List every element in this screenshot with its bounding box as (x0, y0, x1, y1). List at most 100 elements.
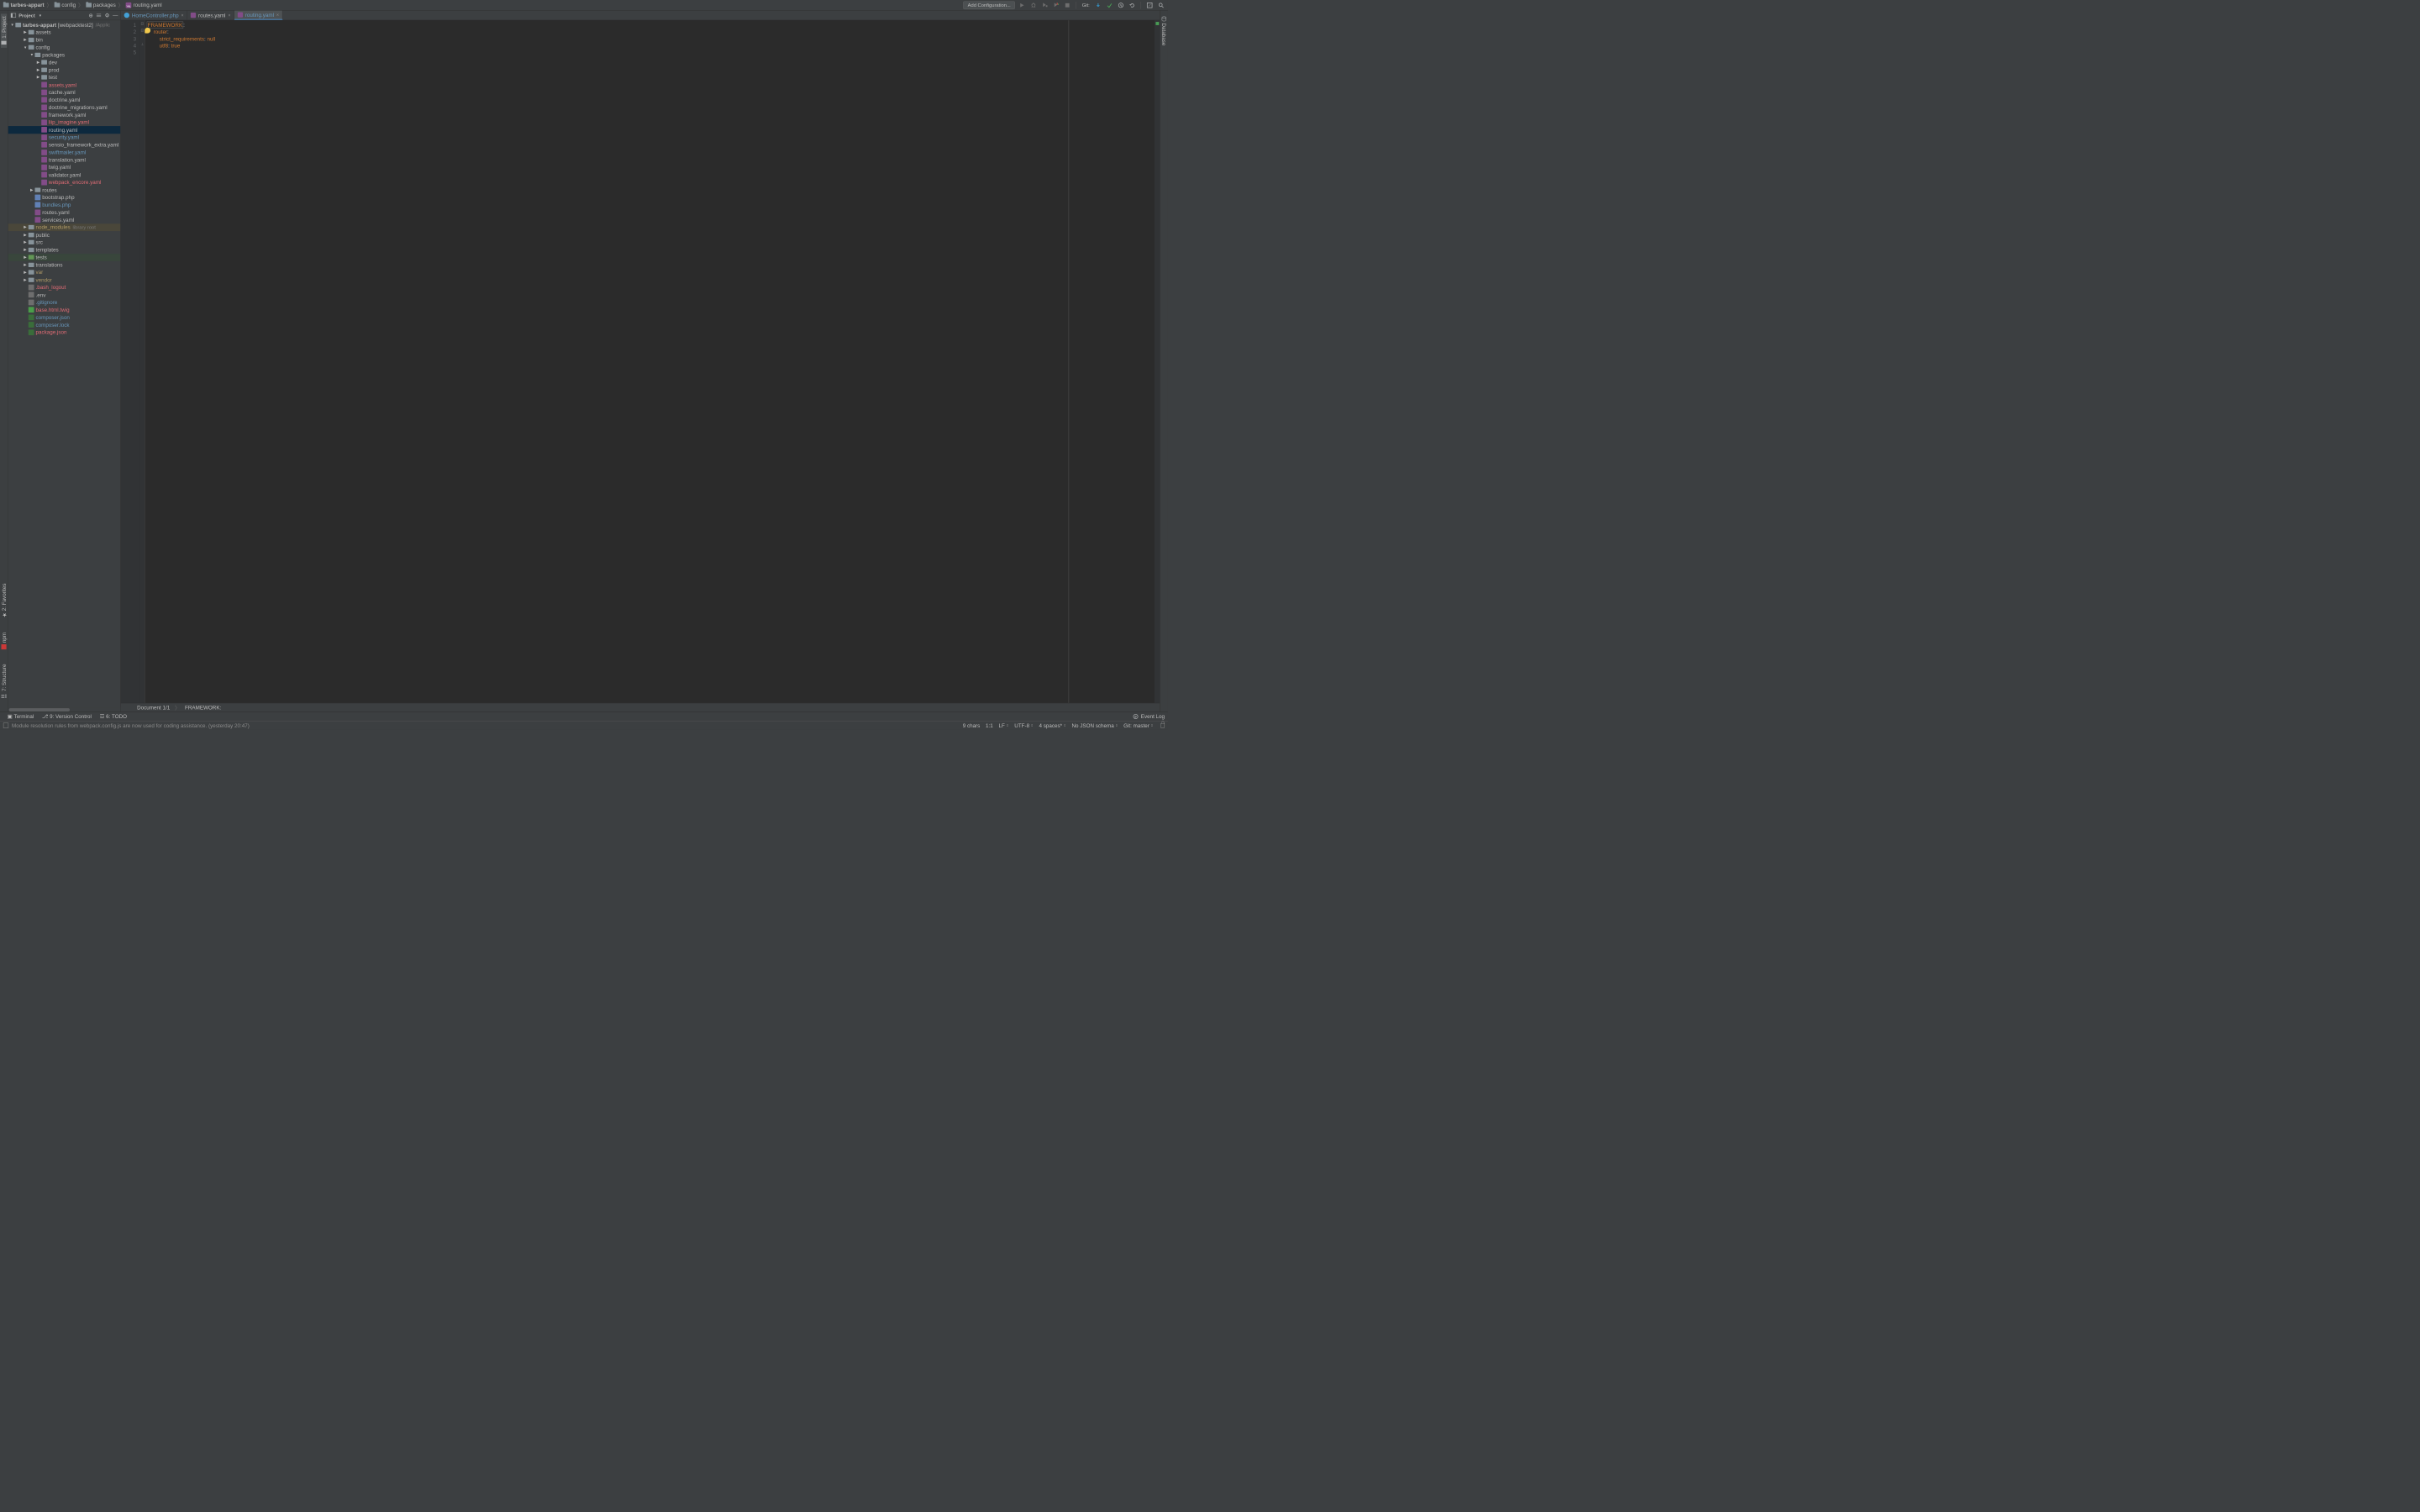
tree-file[interactable]: routing.yaml (8, 126, 121, 134)
error-stripe[interactable] (1155, 20, 1160, 703)
close-tab-button[interactable]: × (182, 13, 184, 18)
tree-file[interactable]: .gitignore (8, 298, 121, 306)
tree-file[interactable]: twig.yaml (8, 164, 121, 171)
right-tool-buttons: Database (1160, 11, 1168, 712)
tree-folder[interactable]: ▶tests (8, 254, 121, 261)
tree-file[interactable]: routes.yaml (8, 208, 121, 216)
code-editor[interactable]: FRAMEWORK: router: strict_requirements: … (145, 20, 1155, 703)
tree-file[interactable]: bootstrap.php (8, 193, 121, 201)
tree-file[interactable]: webpack_encore.yaml (8, 179, 121, 186)
tree-folder[interactable]: ▶src (8, 239, 121, 246)
tree-file[interactable]: assets.yaml (8, 81, 121, 89)
tree-file[interactable]: base.html.twig (8, 306, 121, 313)
git-commit-button[interactable] (1105, 1, 1114, 10)
ide-settings-button[interactable] (1145, 1, 1155, 10)
tree-folder[interactable]: ▶dev (8, 59, 121, 66)
breadcrumb-tarbes-appart[interactable]: tarbes-appart (3, 2, 45, 8)
fold-marker[interactable]: ⊟ (140, 22, 144, 26)
tree-file[interactable]: ▼tarbes-appart [webpacktest2]/Applic (8, 21, 121, 29)
run-coverage-button[interactable] (1040, 1, 1050, 10)
tool-tab-favorites[interactable]: ★2: Favorites (1, 580, 7, 620)
tree-file[interactable]: sensio_framework_extra.yaml (8, 141, 121, 149)
tree-folder[interactable]: ▶test (8, 74, 121, 81)
debug-button[interactable] (1029, 1, 1039, 10)
tree-file[interactable]: framework.yaml (8, 111, 121, 118)
panel-hide-button[interactable]: — (113, 12, 118, 18)
tree-file[interactable]: doctrine.yaml (8, 96, 121, 103)
todo-icon: ☲ (100, 713, 105, 720)
tree-folder[interactable]: ▶vendor (8, 276, 121, 284)
tree-folder[interactable]: ▶translations (8, 261, 121, 269)
tool-tab-terminal[interactable]: ▣Terminal (3, 713, 38, 720)
dropdown-arrow-icon[interactable]: ▼ (39, 13, 42, 18)
close-tab-button[interactable]: × (228, 13, 230, 18)
git-pull-button[interactable] (1094, 1, 1103, 10)
tool-tab-todo[interactable]: ☲6: TODO (96, 713, 131, 720)
tree-file[interactable]: package.json (8, 328, 121, 336)
add-configuration-button[interactable]: Add Configuration... (963, 1, 1015, 9)
tree-folder[interactable]: ▶assets (8, 29, 121, 36)
fold-marker[interactable]: ⊟ (140, 29, 144, 33)
intention-bulb-icon[interactable] (145, 28, 150, 34)
breadcrumb-element[interactable]: FRAMEWORK: (185, 705, 221, 711)
git-history-button[interactable] (1117, 1, 1126, 10)
profile-button[interactable] (1052, 1, 1061, 10)
collapse-all-button[interactable] (97, 13, 102, 18)
tree-folder[interactable]: ▶prod (8, 66, 121, 74)
tree-file[interactable]: bundles.php (8, 201, 121, 208)
tree-file[interactable]: security.yaml (8, 134, 121, 141)
close-tab-button[interactable]: × (276, 13, 279, 18)
tree-folder[interactable]: ▶var (8, 269, 121, 276)
document-indicator[interactable]: Document 1/1 (137, 705, 170, 711)
tree-file[interactable]: services.yaml (8, 216, 121, 223)
tree-folder[interactable]: ▶templates (8, 246, 121, 254)
search-everywhere-button[interactable] (1156, 1, 1165, 10)
line-ending-selector[interactable]: LF⇕ (999, 722, 1009, 728)
status-message: Module resolution rules from webpack.con… (12, 722, 250, 728)
editor-tab[interactable]: HomeController.php× (121, 11, 187, 20)
tree-file[interactable]: liip_imagine.yaml (8, 118, 121, 126)
editor-tab[interactable]: routes.yaml× (187, 11, 234, 20)
line-number-gutter[interactable]: 12345 (121, 20, 140, 703)
tree-folder[interactable]: ▶public (8, 231, 121, 239)
breadcrumb-packages[interactable]: packages (85, 2, 116, 8)
tool-tab-project[interactable]: 1: Project (1, 13, 7, 48)
project-tree[interactable]: ▼tarbes-appart [webpacktest2]/Applic▶ass… (8, 20, 121, 707)
tool-tab-vcs[interactable]: ⎇9: Version Control (38, 713, 96, 720)
tree-file[interactable]: swiftmailer.yaml (8, 149, 121, 156)
git-revert-button[interactable] (1128, 1, 1137, 10)
status-caret-position[interactable]: 1:1 (986, 722, 993, 728)
tree-file[interactable]: .bash_logout (8, 284, 121, 291)
tree-folder[interactable]: ▼config (8, 44, 121, 51)
editor-tab[interactable]: routing.yaml× (234, 11, 283, 20)
fold-end-marker[interactable]: ⊥ (140, 42, 144, 46)
tree-folder[interactable]: ▶bin (8, 36, 121, 44)
tree-file[interactable]: composer.lock (8, 321, 121, 328)
tool-tab-database[interactable]: Database (1161, 13, 1167, 48)
tree-file[interactable]: translation.yaml (8, 156, 121, 164)
tree-file[interactable]: validator.yaml (8, 171, 121, 179)
tool-tab-npm[interactable]: npm (1, 630, 7, 652)
tree-file[interactable]: composer.json (8, 313, 121, 321)
tree-file[interactable]: .env (8, 291, 121, 299)
scroll-from-source-button[interactable]: ⊕ (88, 12, 92, 18)
php-icon (124, 13, 129, 18)
run-button[interactable] (1018, 1, 1027, 10)
tree-file[interactable]: cache.yaml (8, 88, 121, 96)
panel-settings-button[interactable]: ⚙ (105, 12, 110, 18)
json-schema-selector[interactable]: No JSON schema⇕ (1071, 722, 1118, 728)
indent-selector[interactable]: 4 spaces*⇕ (1039, 722, 1066, 728)
breadcrumb-routing[interactable]: routing.yaml (125, 2, 163, 8)
encoding-selector[interactable]: UTF-8⇕ (1014, 722, 1033, 728)
project-panel-title[interactable]: Project (18, 13, 35, 18)
read-only-lock-icon[interactable] (1160, 723, 1165, 728)
git-branch-selector[interactable]: Git: master⇕ (1123, 722, 1153, 728)
tool-tab-structure[interactable]: 7: Structure (1, 662, 7, 701)
tree-folder[interactable]: ▶node_moduleslibrary root (8, 223, 121, 231)
tree-file[interactable]: doctrine_migrations.yaml (8, 103, 121, 111)
tree-folder[interactable]: ▼packages (8, 51, 121, 59)
event-log-button[interactable]: Event Log (1134, 713, 1165, 719)
stop-button[interactable] (1063, 1, 1072, 10)
breadcrumb-config[interactable]: config (54, 2, 76, 8)
tree-folder[interactable]: ▶routes (8, 186, 121, 194)
